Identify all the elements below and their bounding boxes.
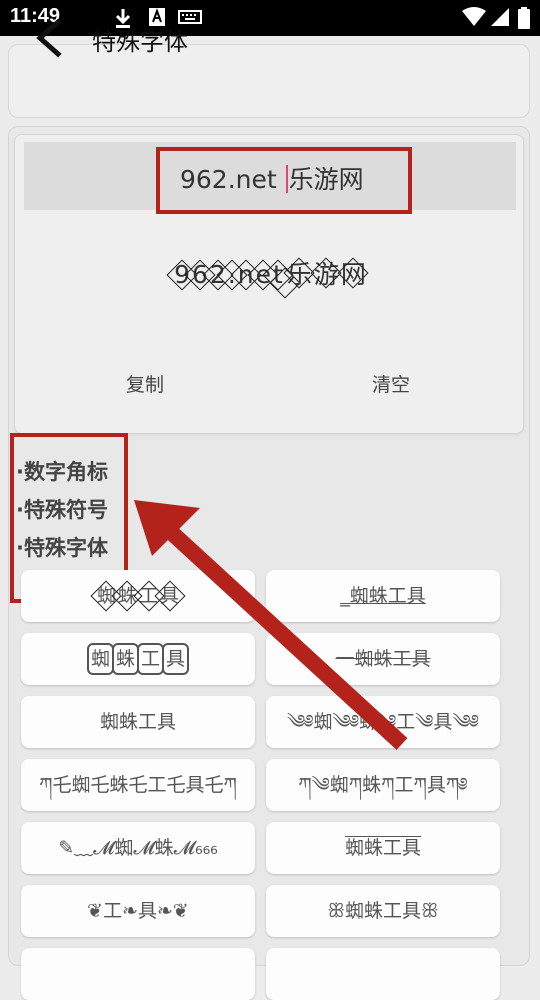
status-bar: 11:49: [0, 0, 540, 36]
styled-char: 乐: [286, 255, 313, 291]
font-option[interactable]: 蜘蛛工具: [266, 822, 500, 874]
font-option: [21, 948, 255, 1000]
styled-char: 蛛: [111, 643, 139, 675]
font-option[interactable]: 蜘蛛工具: [21, 633, 255, 685]
wifi-icon: [462, 7, 486, 26]
font-option[interactable]: 蜘蛛工具: [21, 696, 255, 748]
font-option[interactable]: ❦工❧具❧❦: [21, 885, 255, 937]
font-option[interactable]: _蜘蛛工具: [266, 570, 500, 622]
font-option[interactable]: ༄༅蜘༄༅蛛༄工༄具༄༅: [266, 696, 500, 748]
clear-button[interactable]: 清空: [372, 370, 410, 397]
font-option[interactable]: ꕥ蜘蛛工具ꕥ: [266, 885, 500, 937]
font-option[interactable]: 蜘蛛工具: [21, 570, 255, 622]
styled-char: 具: [162, 643, 190, 675]
font-option[interactable]: 一蜘蛛工具: [266, 633, 500, 685]
back-arrow-icon[interactable]: [30, 18, 66, 58]
font-option[interactable]: ཀ乇蜘乇蛛乇工乇具乇ཀ: [21, 759, 255, 811]
styled-char: 具: [159, 570, 180, 622]
styled-char: 蜘: [86, 643, 114, 675]
font-option[interactable]: ཀ༄蜘ཀ蛛ཀ工ཀ具ཀ༅: [266, 759, 500, 811]
highlight-box-input: [156, 147, 412, 214]
page-title: 特殊字体: [92, 28, 188, 56]
styled-char: 游: [313, 255, 340, 291]
font-option[interactable]: ✎﹏𝓜蜘𝓜蛛𝓜₆₆₆: [21, 822, 255, 874]
font-option: [266, 948, 500, 1000]
styled-char: 网: [340, 255, 367, 291]
styled-preview: 962.net 乐游网: [0, 255, 540, 291]
copy-button[interactable]: 复制: [126, 370, 164, 397]
header-bar: [8, 44, 530, 118]
signal-icon: [491, 8, 509, 26]
styled-char: 工: [137, 643, 165, 675]
battery-icon: [518, 7, 530, 29]
